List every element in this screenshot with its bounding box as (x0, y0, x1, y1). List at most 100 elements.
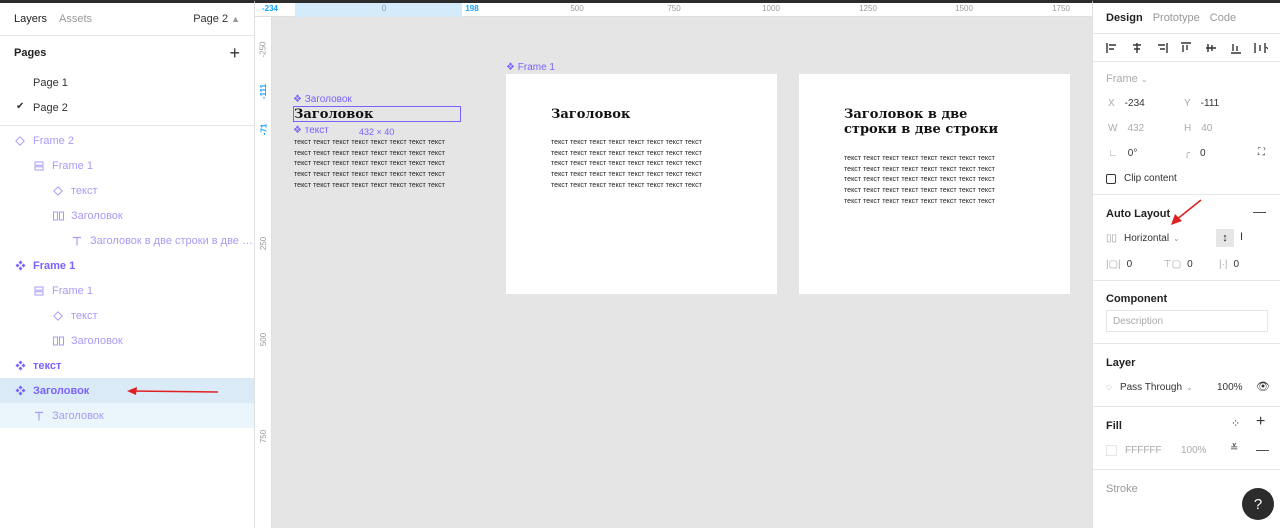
layer-row[interactable]: текст (0, 178, 254, 203)
add-fill-icon[interactable]: + (1256, 413, 1265, 431)
component-icon: ❖ (506, 62, 515, 73)
resizing-vertical-icon[interactable]: ↕ (1216, 229, 1234, 247)
page-switcher[interactable]: Page 2 ▲ (193, 13, 240, 25)
blend-mode-dropdown[interactable]: ◌ Pass Through ⌄ (1106, 382, 1193, 393)
component-icon: ❖ (293, 94, 302, 105)
h-field[interactable]: H 40 (1184, 123, 1212, 134)
frame-2-body-text[interactable]: текст текст текст текст текст текст текс… (844, 154, 995, 208)
layer-row[interactable]: Frame 1 (0, 278, 254, 303)
ruler-left: -250 -111 -71 250 500 750 (255, 17, 272, 528)
layer-row[interactable]: Заголовок (0, 378, 254, 403)
help-button[interactable]: ? (1242, 488, 1274, 520)
rotation-icon: ∟ (1108, 148, 1118, 159)
y-field[interactable]: Y -111 (1184, 98, 1219, 109)
align-bottom-icon[interactable] (1229, 41, 1243, 55)
corner-radius-icon: ╭ (1184, 148, 1191, 159)
ruler-left-tick-label: -71 (259, 123, 268, 136)
design-canvas[interactable]: ❖ Заголовок Заголовок ❖ текст 432 × 40 т… (272, 17, 1092, 528)
tab-code[interactable]: Code (1210, 12, 1236, 24)
remove-fill-icon[interactable]: — (1256, 442, 1269, 457)
align-right-icon[interactable] (1155, 41, 1169, 55)
layer-row[interactable]: Заголовок (0, 203, 254, 228)
layer-row[interactable]: текст (0, 303, 254, 328)
eye-icon[interactable]: 👁 (1256, 380, 1270, 393)
style-grid-icon[interactable]: ⁘ (1231, 417, 1240, 430)
layer-row[interactable]: Заголовок в две строки в две стро... (0, 228, 254, 253)
chevron-down-icon: ⌄ (1140, 75, 1148, 84)
tab-assets[interactable]: Assets (59, 13, 92, 25)
add-page-icon[interactable]: + (229, 44, 240, 62)
fill-hex-field[interactable]: FFFFFF (1125, 445, 1162, 456)
layer-label: текст (71, 184, 98, 197)
eye-closed-icon[interactable]: ≚ (1230, 443, 1238, 454)
chevron-down-icon: ⌄ (1173, 234, 1180, 243)
blend-mode-label: Pass Through (1119, 382, 1183, 393)
padding-vertical-field[interactable]: ⊤▢ 0 (1163, 259, 1193, 270)
layer-opacity-field[interactable]: 100% (1217, 382, 1243, 393)
layer-row[interactable]: Frame 2 (0, 128, 254, 153)
frame-1-body-text[interactable]: текст текст текст текст текст текст текс… (551, 138, 702, 192)
layer-section: Layer ◌ Pass Through ⌄ 100% 👁 (1093, 343, 1280, 406)
fill-opacity-field[interactable]: 100% (1181, 445, 1207, 456)
component-label-text-layer[interactable]: ❖ текст (293, 125, 329, 136)
component-label-heading[interactable]: ❖ Заголовок (293, 94, 352, 105)
ruler-top-tick: 750 (667, 4, 681, 13)
align-left-icon[interactable] (1105, 41, 1119, 55)
frame-2-heading[interactable]: Заголовок в две строки в две строки (844, 107, 998, 137)
direction-dropdown[interactable]: ▯▯ Horizontal ⌄ (1106, 233, 1180, 244)
clip-content-checkbox[interactable]: Clip content (1106, 173, 1177, 184)
rows-icon (33, 285, 45, 297)
padding-vertical-value: 0 (1187, 259, 1193, 270)
columns-icon: ▯▯ (1106, 233, 1118, 244)
corner-radius-value: 0 (1200, 148, 1206, 159)
fill-swatch[interactable] (1106, 445, 1117, 456)
frame-type-label: Frame (1106, 73, 1138, 85)
frame-label-text: Frame 1 (517, 62, 555, 73)
spacing-field[interactable]: |·| 0 (1219, 259, 1239, 270)
tab-design[interactable]: Design (1106, 12, 1143, 24)
ruler-top-tick: 1500 (955, 4, 973, 13)
resizing-fixed-icon[interactable]: I (1240, 231, 1243, 243)
frame-1-heading[interactable]: Заголовок (551, 107, 630, 122)
align-top-icon[interactable] (1179, 41, 1193, 55)
w-value: 432 (1127, 123, 1145, 134)
component-label-text: Заголовок (304, 94, 352, 105)
selection-box[interactable] (293, 106, 461, 122)
tab-prototype[interactable]: Prototype (1153, 12, 1200, 24)
remove-auto-layout-icon[interactable]: — (1253, 204, 1266, 219)
layer-row[interactable]: Frame 1 (0, 153, 254, 178)
ruler-left-tick: -71 (255, 123, 272, 136)
layer-label: текст (71, 309, 98, 322)
diamond-outline-icon (52, 185, 64, 197)
frame-2[interactable]: Заголовок в две строки в две строки текс… (799, 74, 1070, 294)
layer-row[interactable]: Заголовок (0, 328, 254, 353)
layer-row[interactable]: текст (0, 353, 254, 378)
frame-1[interactable]: Заголовок текст текст текст текст текст … (506, 74, 777, 294)
page-item-page-2[interactable]: ✔ Page 2 (0, 95, 254, 120)
layer-row[interactable]: Заголовок (0, 403, 254, 428)
rotation-field[interactable]: ∟ 0° (1108, 148, 1137, 159)
clip-content-label: Clip content (1124, 173, 1177, 184)
frame-1-label[interactable]: ❖ Frame 1 (506, 62, 555, 73)
w-field[interactable]: W 432 (1108, 123, 1144, 134)
pages-title: Pages (14, 47, 47, 59)
page-item-page-1[interactable]: Page 1 (0, 70, 254, 95)
component-body-text[interactable]: текст текст текст текст текст текст текс… (294, 138, 445, 192)
layer-row[interactable]: Frame 1 (0, 253, 254, 278)
align-vertical-center-icon[interactable] (1204, 41, 1218, 55)
frame-type-dropdown[interactable]: Frame ⌄ (1106, 73, 1148, 85)
ruler-left-tick-label: -250 (258, 41, 268, 58)
rotation-value: 0° (1127, 148, 1138, 159)
x-field[interactable]: X -234 (1108, 98, 1145, 109)
description-input[interactable]: Description (1106, 310, 1268, 332)
independent-corners-icon[interactable]: ⛶ (1258, 147, 1265, 158)
padding-horizontal-field[interactable]: |▢| 0 (1106, 259, 1132, 270)
ruler-selection-highlight (295, 3, 462, 17)
columns-icon (52, 210, 64, 222)
tab-layers[interactable]: Layers (14, 13, 47, 25)
align-horizontal-center-icon[interactable] (1130, 41, 1144, 55)
ruler-left-tick: 250 (255, 237, 272, 250)
distribute-icon[interactable] (1254, 41, 1268, 55)
ruler-top-tick: 198 (465, 4, 479, 13)
corner-radius-field[interactable]: ╭ 0 (1184, 148, 1206, 159)
